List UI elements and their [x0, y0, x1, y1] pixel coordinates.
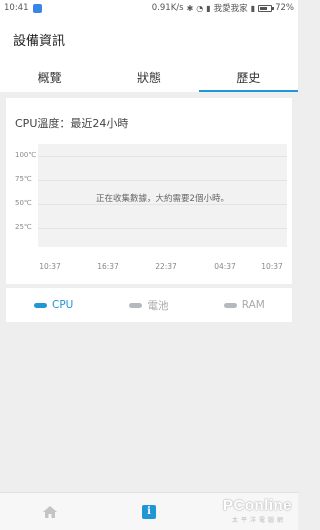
legend-label: RAM — [241, 299, 265, 311]
app-header: 設備資訊 — [0, 16, 298, 62]
chart-title: CPU溫度：最近24小時 — [15, 117, 129, 130]
signal-icon-2: ▮ — [250, 3, 256, 13]
tab-bar: 概覽 狀態 歷史 — [0, 62, 299, 92]
home-icon — [42, 505, 57, 518]
nav-home-button[interactable] — [0, 493, 99, 530]
legend-label: CPU — [51, 299, 74, 311]
tab-status[interactable]: 狀態 — [99, 62, 198, 92]
chart-legend: CPU 電池 RAM — [6, 288, 292, 322]
gridline — [38, 228, 287, 229]
x-tick-label: 10:37 — [261, 262, 283, 271]
x-tick-label: 16:37 — [97, 262, 119, 271]
x-tick-label: 10:37 — [39, 262, 61, 271]
legend-cpu[interactable]: CPU — [6, 299, 101, 311]
gridline — [38, 156, 287, 157]
status-time: 10:41 — [4, 3, 29, 13]
legend-label: 電池 — [147, 299, 169, 312]
legend-swatch — [129, 302, 143, 308]
tab-label: 概覽 — [37, 70, 62, 85]
info-icon: i — [141, 504, 156, 519]
x-tick-label: 22:37 — [155, 262, 177, 271]
tab-overview[interactable]: 概覽 — [0, 62, 99, 92]
y-tick-label: 50℃ — [15, 199, 32, 207]
battery-icon — [258, 4, 275, 12]
battery-percent: 72% — [275, 3, 294, 13]
network-speed: 0.91K/s — [151, 3, 184, 13]
x-tick-label: 04:37 — [214, 262, 236, 271]
legend-swatch — [223, 302, 237, 308]
tab-history[interactable]: 歷史 — [198, 62, 299, 92]
wifi-icon: ◔ — [196, 3, 204, 13]
signal-icon: ▮ — [206, 3, 211, 13]
carrier-name: 我愛我家 — [213, 4, 248, 14]
chart-card: CPU溫度：最近24小時 100℃ 75℃ 50℃ 25℃ 正在收集數據，大約需… — [6, 98, 292, 284]
watermark-logo: PConline — [222, 497, 292, 514]
y-tick-label: 25℃ — [15, 223, 32, 231]
legend-swatch — [33, 302, 47, 308]
gridline — [38, 180, 287, 181]
y-tick-label: 100℃ — [15, 151, 37, 159]
legend-ram[interactable]: RAM — [197, 299, 292, 311]
status-bar: 10:41 0.91K/s ✱ ◔ ▮ 我愛我家 ▮ 72% — [0, 0, 298, 16]
bluetooth-icon: ✱ — [186, 3, 194, 13]
app-notification-icon — [32, 3, 42, 13]
nav-info-button[interactable]: i — [99, 493, 198, 530]
page-title: 設備資訊 — [13, 33, 66, 49]
gridline — [38, 204, 287, 205]
chart-status-message: 正在收集數據，大約需要2個小時。 — [96, 194, 229, 204]
watermark-subtitle: 太平洋電腦網 — [231, 517, 286, 524]
tab-label: 狀態 — [136, 70, 161, 85]
legend-battery[interactable]: 電池 — [101, 298, 196, 313]
y-tick-label: 75℃ — [15, 175, 32, 183]
tab-label: 歷史 — [236, 70, 261, 85]
